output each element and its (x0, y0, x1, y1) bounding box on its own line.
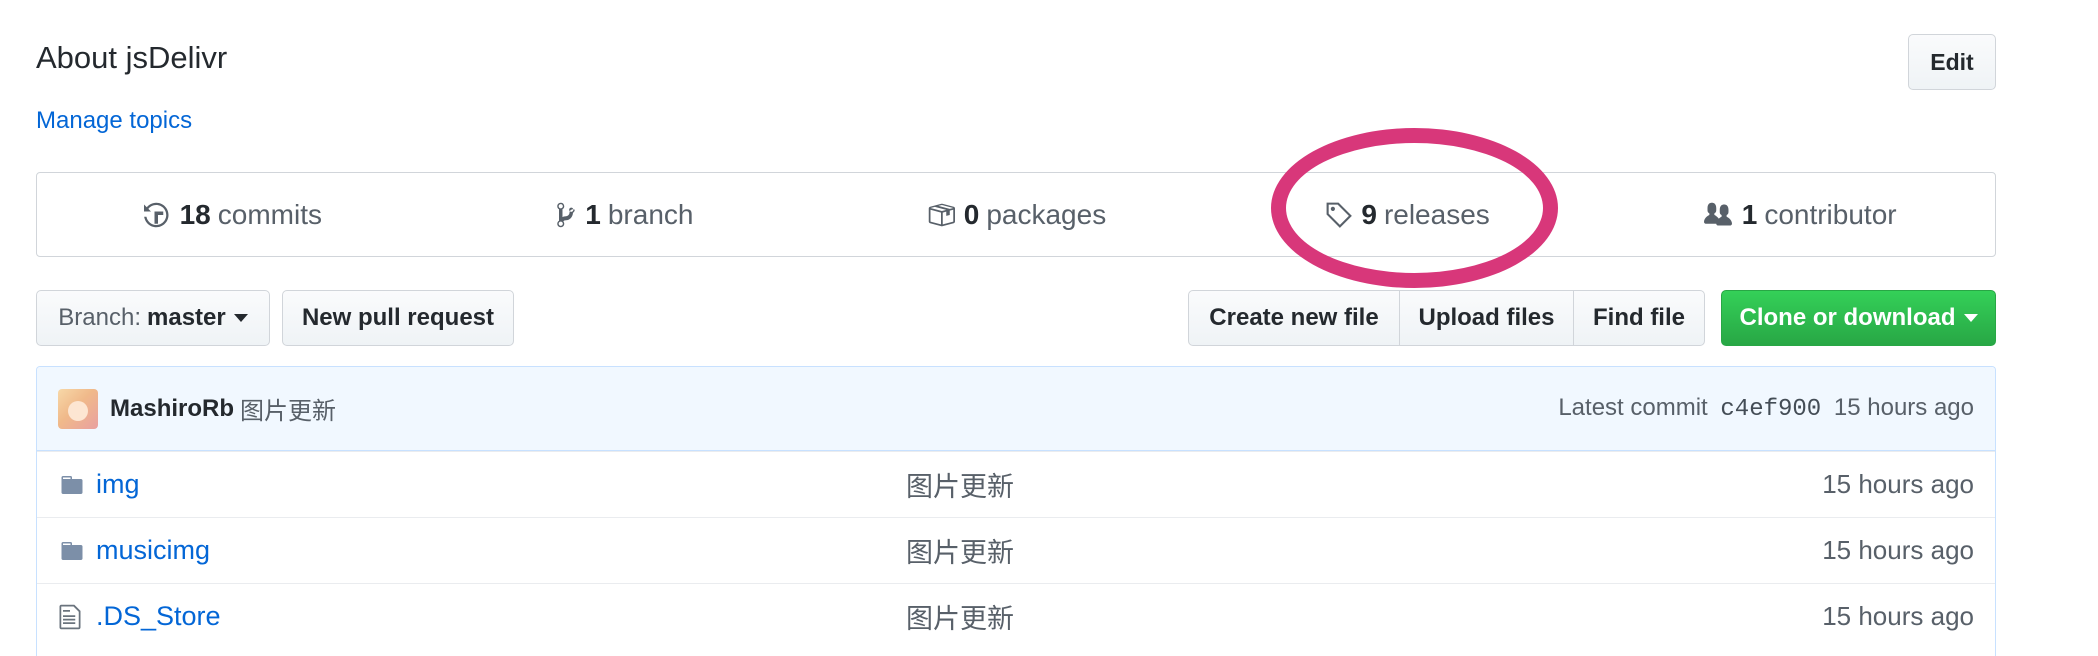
file-name-link[interactable]: musicimg (96, 535, 906, 566)
branches-label: branch (607, 198, 694, 230)
file-commit-message[interactable]: 图片更新 (906, 465, 1014, 504)
folder-icon (58, 473, 86, 497)
manage-topics-link[interactable]: Manage topics (36, 107, 192, 135)
caret-down-icon (233, 314, 248, 322)
about-title: About jsDelivr (36, 40, 228, 75)
table-row: musicimg 图片更新 15 hours ago (37, 517, 1995, 583)
latest-commit-info: Latest commit c4ef900 15 hours ago (1558, 394, 1974, 423)
caret-down-icon (1963, 314, 1978, 322)
latest-commit-bar: MashiroRb 图片更新 Latest commit c4ef900 15 … (37, 367, 1995, 451)
packages-label: packages (986, 198, 1107, 230)
contributors-count: 1 (1741, 198, 1758, 230)
commit-age: 15 hours ago (1833, 394, 1974, 421)
commit-sha[interactable]: c4ef900 (1720, 396, 1821, 423)
find-file-button[interactable]: Find file (1573, 290, 1705, 346)
people-icon (1703, 202, 1732, 225)
annotation-circle (1271, 128, 1558, 288)
branches-link[interactable]: 1 branch (429, 173, 821, 256)
clone-or-download-button[interactable]: Clone or download (1721, 290, 1996, 346)
packages-count: 0 (963, 198, 980, 230)
file-commit-message[interactable]: 图片更新 (906, 597, 1014, 636)
file-name-link[interactable]: img (96, 469, 906, 500)
edit-button[interactable]: Edit (1908, 34, 1996, 90)
commit-message[interactable]: 图片更新 (240, 391, 336, 426)
branch-name: master (147, 304, 226, 331)
file-icon (58, 603, 86, 631)
package-icon (928, 203, 955, 226)
clone-label: Clone or download (1739, 304, 1956, 331)
latest-commit-prefix: Latest commit (1558, 394, 1708, 421)
create-new-file-button[interactable]: Create new file (1188, 290, 1400, 346)
branches-count: 1 (585, 198, 601, 230)
file-name-link[interactable]: .DS_Store (96, 601, 906, 632)
repo-summary: 18 commits 1 branch 0 packages 9 release… (36, 172, 1996, 257)
avatar[interactable] (58, 388, 98, 429)
commits-label: commits (217, 198, 322, 230)
table-row: img 图片更新 15 hours ago (37, 451, 1995, 517)
commits-count: 18 (179, 198, 211, 230)
branch-prefix: Branch: (58, 304, 141, 331)
new-pull-request-button[interactable]: New pull request (282, 290, 514, 346)
upload-files-button[interactable]: Upload files (1399, 290, 1574, 346)
packages-link[interactable]: 0 packages (820, 173, 1212, 256)
branch-select-button[interactable]: Branch: master (36, 290, 270, 346)
file-age: 15 hours ago (1822, 601, 1974, 631)
table-row: .DS_Store 图片更新 15 hours ago (37, 583, 1995, 649)
folder-icon (58, 539, 86, 563)
commits-link[interactable]: 18 commits (37, 173, 429, 256)
commit-author[interactable]: MashiroRb (110, 395, 234, 423)
file-commit-message[interactable]: 图片更新 (906, 531, 1014, 570)
contributors-label: contributor (1764, 198, 1897, 230)
file-age: 15 hours ago (1822, 535, 1974, 565)
file-age: 15 hours ago (1822, 469, 1974, 499)
file-table: MashiroRb 图片更新 Latest commit c4ef900 15 … (36, 366, 1996, 656)
git-branch-icon (557, 202, 576, 227)
contributors-link[interactable]: 1 contributor (1603, 173, 1995, 256)
history-icon (143, 202, 169, 227)
